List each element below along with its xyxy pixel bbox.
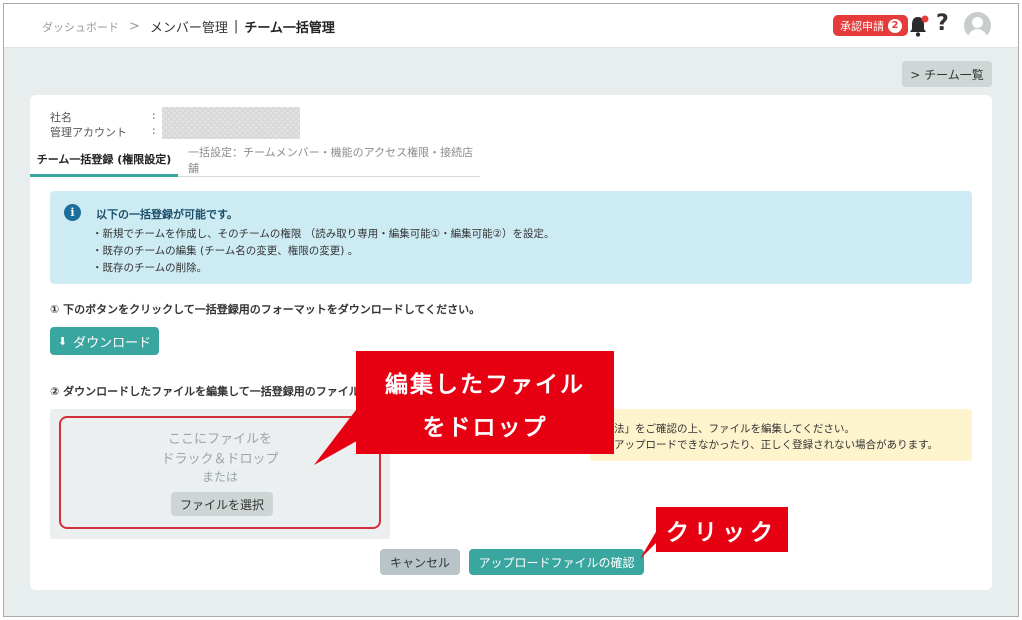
select-file-button[interactable]: ファイルを選択: [171, 492, 273, 516]
drop-file-callout: 編集したファイル をドロップ: [356, 351, 614, 454]
dropzone-line-3: または: [201, 470, 238, 484]
bell-icon[interactable]: [908, 14, 930, 38]
avatar-head-shape: [972, 17, 983, 28]
confirm-upload-button[interactable]: アップロードファイルの確認: [469, 549, 644, 575]
download-button[interactable]: ⬇ ダウンロード: [50, 327, 159, 355]
approval-request-badge[interactable]: 承認申請 2: [833, 15, 908, 36]
step-1-instruction: ① 下のボタンをクリックして一括登録用のフォーマットをダウンロードしてください。: [50, 303, 481, 316]
breadcrumb-dashboard-link[interactable]: ダッシュボード: [42, 19, 119, 35]
main-card: 社名 : 管理アカウント : チーム一括登録 (権限設定) 一括設定：チームメン…: [30, 95, 992, 590]
breadcrumb-member-link[interactable]: メンバー管理: [150, 17, 228, 36]
tab-bar: チーム一括登録 (権限設定) 一括設定：チームメンバー・機能のアクセス権限・接続…: [30, 143, 480, 177]
download-icon: ⬇: [57, 334, 68, 348]
admin-account-colon: :: [152, 124, 156, 137]
company-name-label: 社名: [50, 111, 72, 124]
warning-notice: 法」をご確認の上、ファイルを編集してください。 アップロードできなかったり、正し…: [590, 409, 972, 461]
team-list-button[interactable]: > チーム一覧: [902, 61, 992, 87]
warning-line-1: 法」をご確認の上、ファイルを編集してください。: [614, 423, 855, 435]
tab-team-bulk-register[interactable]: チーム一括登録 (権限設定): [30, 143, 178, 177]
drop-callout-line-2: をドロップ: [422, 415, 548, 441]
info-line-2: ・既存のチームの編集 (チーム名の変更、権限の変更) 。: [92, 245, 359, 257]
tab-bulk-settings[interactable]: 一括設定：チームメンバー・機能のアクセス権限・接続店舗: [188, 143, 480, 177]
dropzone-line-1: ここにファイルを: [167, 432, 272, 447]
step-2-instruction: ② ダウンロードしたファイルを編集して一括登録用のファイルを作: [50, 385, 382, 398]
info-line-3: ・既存のチームの削除。: [92, 262, 208, 274]
approval-label: 承認申請: [840, 19, 884, 33]
drop-callout-line-1: 編集したファイル: [385, 372, 585, 398]
admin-account-label: 管理アカウント: [50, 126, 127, 139]
page-title: チーム一括管理: [244, 21, 335, 36]
click-callout: クリック: [656, 507, 788, 552]
breadcrumb-separator: >: [129, 19, 140, 34]
top-bar: ダッシュボード > メンバー管理 | チーム一括管理 承認申請 2 ?: [4, 4, 1018, 48]
file-dropzone[interactable]: ここにファイルを ドラック＆ドロップ または ファイルを選択: [59, 416, 381, 529]
app-window: ダッシュボード > メンバー管理 | チーム一括管理 承認申請 2 ? > チー…: [3, 3, 1019, 617]
breadcrumb-divider: |: [233, 19, 239, 34]
download-button-label: ダウンロード: [73, 335, 152, 351]
company-name-colon: :: [152, 109, 156, 122]
avatar-body-shape: [968, 29, 987, 39]
file-drop-panel: ここにファイルを ドラック＆ドロップ または ファイルを選択: [50, 409, 390, 539]
redacted-company-info: [162, 107, 300, 139]
avatar[interactable]: [964, 12, 991, 39]
info-icon: i: [64, 204, 81, 221]
breadcrumb: ダッシュボード > メンバー管理 | チーム一括管理: [42, 17, 335, 36]
cancel-button[interactable]: キャンセル: [380, 549, 460, 575]
info-notice: i 以下の一括登録が可能です。 ・新規でチームを作成し、そのチームの権限 （読み…: [50, 191, 972, 284]
help-icon[interactable]: ?: [936, 11, 949, 36]
warning-line-2: アップロードできなかったり、正しく登録されない場合があります。: [614, 439, 939, 451]
info-title: 以下の一括登録が可能です。: [96, 208, 238, 221]
info-line-1: ・新規でチームを作成し、そのチームの権限 （読み取り専用・編集可能①・編集可能②…: [92, 228, 555, 240]
dropzone-line-2: ドラック＆ドロップ: [161, 452, 279, 467]
approval-count: 2: [888, 18, 902, 33]
